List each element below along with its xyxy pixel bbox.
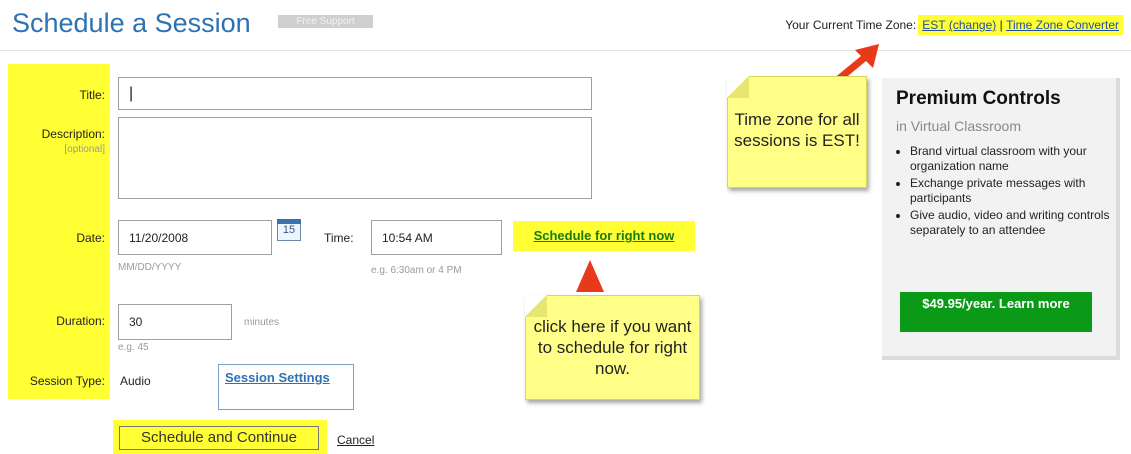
- description-optional-label: [optional]: [64, 144, 105, 155]
- duration-input[interactable]: 30: [118, 304, 232, 340]
- time-input[interactable]: 10:54 AM: [371, 220, 502, 255]
- description-label: Description:: [41, 127, 105, 141]
- duration-unit: minutes: [244, 317, 280, 328]
- date-format-hint: MM/DD/YYYY: [118, 262, 182, 273]
- premium-feature-item: Give audio, video and writing controls s…: [910, 208, 1126, 238]
- support-badge: Free Support: [278, 15, 373, 28]
- date-input-value: 11/20/2008: [129, 230, 189, 245]
- description-textarea[interactable]: [118, 117, 592, 199]
- premium-feature-item: Exchange private messages with participa…: [910, 176, 1126, 206]
- timezone-value-link[interactable]: EST: [922, 18, 945, 32]
- change-timezone-link[interactable]: (change): [949, 18, 996, 32]
- session-settings-button[interactable]: Session Settings: [218, 364, 354, 410]
- premium-title: Premium Controls: [896, 88, 1061, 109]
- schedule-and-continue-button[interactable]: Schedule and Continue: [119, 426, 319, 450]
- time-format-hint: e.g. 6:30am or 4 PM: [371, 265, 462, 276]
- timezone-converter-link[interactable]: Time Zone Converter: [1006, 18, 1119, 32]
- timezone-label: Your Current Time Zone:: [785, 18, 917, 32]
- calendar-day: 15: [282, 224, 296, 236]
- page-title: Schedule a Session: [12, 8, 251, 38]
- session-type-label: Session Type:: [29, 374, 105, 388]
- schedule-now-sticky-note: click here if you want to schedule for r…: [525, 295, 700, 400]
- title-label: Title:: [79, 88, 105, 102]
- time-input-value: 10:54 AM: [382, 230, 433, 245]
- arrow-up-shape: [576, 260, 604, 292]
- timezone-note-text: Time zone for all sessions is EST!: [734, 110, 860, 150]
- duration-hint: e.g. 45: [118, 342, 149, 353]
- time-label: Time:: [324, 231, 354, 245]
- timezone-sticky-note: Time zone for all sessions is EST!: [727, 76, 867, 188]
- timezone-bar: Your Current Time Zone: EST (change) | T…: [785, 15, 1123, 35]
- schedule-now-link[interactable]: Schedule for right now: [513, 221, 695, 251]
- premium-learn-more-button[interactable]: $49.95/year. Learn more: [900, 292, 1092, 332]
- timezone-highlight: EST (change) | Time Zone Converter: [918, 15, 1123, 35]
- premium-feature-list: Brand virtual classroom with your organi…: [896, 144, 1126, 240]
- session-type-value: Audio: [120, 374, 151, 388]
- title-input-value: |: [129, 84, 134, 102]
- premium-subtitle: in Virtual Classroom: [896, 118, 1022, 134]
- duration-label: Duration:: [56, 314, 105, 328]
- cancel-link[interactable]: Cancel: [337, 433, 374, 447]
- duration-input-value: 30: [129, 315, 143, 329]
- schedule-now-note-text: click here if you want to schedule for r…: [533, 317, 692, 378]
- premium-feature-item: Brand virtual classroom with your organi…: [910, 144, 1126, 174]
- calendar-icon[interactable]: 15: [277, 219, 301, 241]
- premium-controls-panel: Premium Controls in Virtual Classroom Br…: [882, 78, 1120, 360]
- date-label: Date:: [76, 231, 105, 245]
- date-input[interactable]: 11/20/2008: [118, 220, 272, 255]
- header-divider: [0, 50, 1131, 51]
- timezone-separator: |: [999, 18, 1003, 32]
- arrow-up-icon: [576, 260, 604, 292]
- submit-highlight: Schedule and Continue: [113, 420, 327, 454]
- title-input[interactable]: |: [118, 77, 592, 110]
